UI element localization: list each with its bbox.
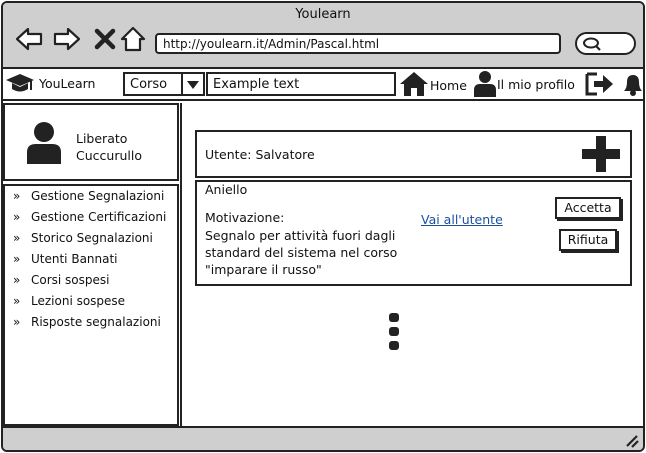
select-arrow[interactable] bbox=[181, 74, 203, 94]
window-title: Youlearn bbox=[295, 7, 351, 22]
accept-button[interactable]: Accetta bbox=[555, 197, 621, 219]
close-icon[interactable] bbox=[91, 25, 119, 53]
arrow-left-icon[interactable] bbox=[15, 25, 43, 53]
sidebar-item-label: Utenti Bannati bbox=[31, 252, 118, 266]
chevron-right-icon: » bbox=[13, 294, 21, 308]
brand-name[interactable]: YouLearn bbox=[39, 76, 95, 91]
course-select-value: Corso bbox=[130, 77, 168, 92]
chevron-down-icon bbox=[187, 81, 199, 89]
sidebar-item-label: Storico Segnalazioni bbox=[31, 231, 153, 245]
user-first-name: Liberato bbox=[76, 131, 128, 146]
arrow-right-icon[interactable] bbox=[53, 25, 81, 53]
home-icon[interactable] bbox=[119, 25, 147, 53]
sidebar-item-lezioni-sospese[interactable]: » Lezioni sospese bbox=[13, 294, 125, 308]
app-window: Youlearn http://youlearn.it/Admin/Pascal… bbox=[1, 1, 645, 452]
sidebar-item-label: Gestione Segnalazioni bbox=[31, 189, 165, 203]
admin-sidebar: » Gestione Segnalazioni » Gestione Certifi… bbox=[3, 184, 179, 426]
sidebar-item-gestione-segnalazioni[interactable]: » Gestione Segnalazioni bbox=[13, 189, 164, 203]
search-icon bbox=[583, 37, 601, 51]
resize-grip-icon[interactable] bbox=[625, 434, 639, 448]
sidebar-item-label: Corsi sospesi bbox=[31, 273, 110, 287]
course-select[interactable]: Corso bbox=[123, 72, 205, 96]
user-last-name: Cuccurullo bbox=[76, 148, 142, 163]
user-avatar-icon bbox=[27, 122, 61, 164]
reported-user-label: Utente: Salvatore bbox=[205, 147, 315, 162]
browser-titlebar: Youlearn http://youlearn.it/Admin/Pascal… bbox=[3, 3, 643, 69]
sidebar-item-storico-segnalazioni[interactable]: » Storico Segnalazioni bbox=[13, 231, 153, 245]
go-to-user-link[interactable]: Vai all'utente bbox=[421, 212, 503, 227]
motivation-label: Motivazione: bbox=[205, 210, 285, 225]
sidebar-item-label: Risposte segnalazioni bbox=[31, 315, 161, 329]
sidebar-item-risposte-segnalazioni[interactable]: » Risposte segnalazioni bbox=[13, 315, 161, 329]
reporter-name: Aniello bbox=[205, 182, 248, 197]
reject-button[interactable]: Rifiuta bbox=[559, 229, 617, 251]
bell-icon[interactable] bbox=[619, 71, 645, 97]
motivation-text-line: standard del sistema nel corso bbox=[205, 245, 398, 260]
chevron-right-icon: » bbox=[13, 210, 21, 224]
user-icon[interactable] bbox=[473, 70, 497, 98]
graduation-cap-icon bbox=[6, 74, 34, 92]
browser-search-field[interactable] bbox=[575, 32, 636, 55]
profile-link[interactable]: Il mio profilo bbox=[497, 77, 575, 92]
status-bar bbox=[3, 426, 643, 450]
motivation-text-line: Segnalo per attività fuori dagli bbox=[205, 228, 396, 243]
current-user-panel: Liberato Cuccurullo bbox=[3, 103, 179, 181]
sidebar-item-corsi-sospesi[interactable]: » Corsi sospesi bbox=[13, 273, 110, 287]
chevron-right-icon: » bbox=[13, 273, 21, 287]
plus-icon[interactable] bbox=[581, 135, 621, 173]
sidebar-item-label: Gestione Certificazioni bbox=[31, 210, 167, 224]
chevron-right-icon: » bbox=[13, 189, 21, 203]
chevron-right-icon: » bbox=[13, 252, 21, 266]
chevron-right-icon: » bbox=[13, 231, 21, 245]
reported-user-card: Utente: Salvatore bbox=[195, 130, 632, 178]
vertical-dots-icon[interactable] bbox=[387, 312, 401, 352]
report-card: Aniello Motivazione: Segnalo per attivit… bbox=[195, 180, 632, 286]
sidebar-item-label: Lezioni sospese bbox=[31, 294, 126, 308]
sidebar-item-gestione-certificazioni[interactable]: » Gestione Certificazioni bbox=[13, 210, 166, 224]
motivation-text-line: "imparare il russo" bbox=[205, 262, 322, 277]
sidebar-item-utenti-bannati[interactable]: » Utenti Bannati bbox=[13, 252, 118, 266]
course-search-input[interactable]: Example text bbox=[206, 72, 396, 96]
address-bar[interactable]: http://youlearn.it/Admin/Pascal.html bbox=[155, 33, 561, 54]
home-icon[interactable] bbox=[399, 71, 429, 97]
logout-icon[interactable] bbox=[585, 71, 615, 97]
chevron-right-icon: » bbox=[13, 315, 21, 329]
home-link[interactable]: Home bbox=[430, 78, 467, 93]
